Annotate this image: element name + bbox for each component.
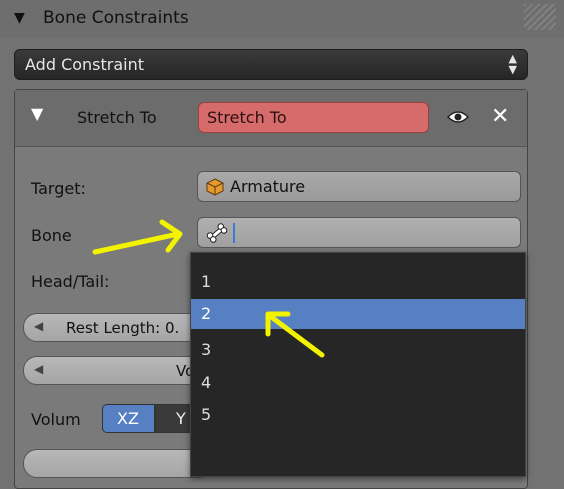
constraint-name-text: Stretch To (207, 108, 287, 127)
expand-triangle-icon[interactable]: ▼ (31, 104, 43, 123)
updown-arrows-icon: ▲ ▼ (508, 52, 517, 76)
constraint-name-field[interactable]: Stretch To (198, 102, 429, 133)
rest-length-slider[interactable]: ◀ Rest Length: 0. (23, 313, 213, 342)
volume-y-label: Y (176, 409, 186, 428)
volume-slider[interactable]: ◀ Vo (23, 356, 213, 385)
drag-handle-icon[interactable] (524, 4, 556, 30)
volume-y-toggle[interactable]: Y (155, 404, 195, 433)
eye-icon[interactable] (447, 107, 469, 127)
dropdown-option[interactable]: 4 (191, 368, 525, 398)
add-constraint-label: Add Constraint (25, 55, 145, 74)
headtail-label: Head/Tail: (31, 272, 110, 291)
constraint-header: ▼ Stretch To Stretch To ✕ (15, 90, 527, 147)
bottom-slider[interactable] (23, 449, 213, 478)
bone-icon (206, 223, 228, 243)
target-value: Armature (230, 177, 306, 196)
bone-dropdown-menu: 1 2 3 4 5 (190, 252, 526, 477)
constraint-type-label: Stretch To (77, 108, 157, 127)
bone-label: Bone (31, 226, 72, 245)
bone-field[interactable] (197, 217, 521, 248)
panel-header[interactable]: ▼ Bone Constraints (0, 0, 564, 38)
rest-length-label: Rest Length: 0. (66, 319, 180, 337)
dropdown-option-selected[interactable]: 2 (191, 299, 525, 329)
text-cursor (233, 223, 235, 243)
collapse-triangle-icon[interactable]: ▼ (14, 10, 25, 26)
add-constraint-dropdown[interactable]: Add Constraint ▲ ▼ (14, 49, 528, 80)
volume-xz-label: XZ (117, 409, 139, 428)
dropdown-option[interactable]: 3 (191, 335, 525, 365)
decrement-arrow-icon[interactable]: ◀ (34, 362, 43, 376)
volume-xz-toggle[interactable]: XZ (102, 404, 155, 433)
close-icon[interactable]: ✕ (491, 104, 509, 129)
dropdown-option[interactable]: 1 (191, 267, 525, 297)
dropdown-option[interactable]: 5 (191, 400, 525, 430)
panel-title: Bone Constraints (43, 8, 189, 28)
target-label: Target: (31, 179, 86, 198)
volume-label: Volum (31, 410, 81, 429)
target-field[interactable]: Armature (197, 171, 521, 202)
armature-cube-icon (206, 178, 224, 196)
decrement-arrow-icon[interactable]: ◀ (34, 319, 43, 333)
